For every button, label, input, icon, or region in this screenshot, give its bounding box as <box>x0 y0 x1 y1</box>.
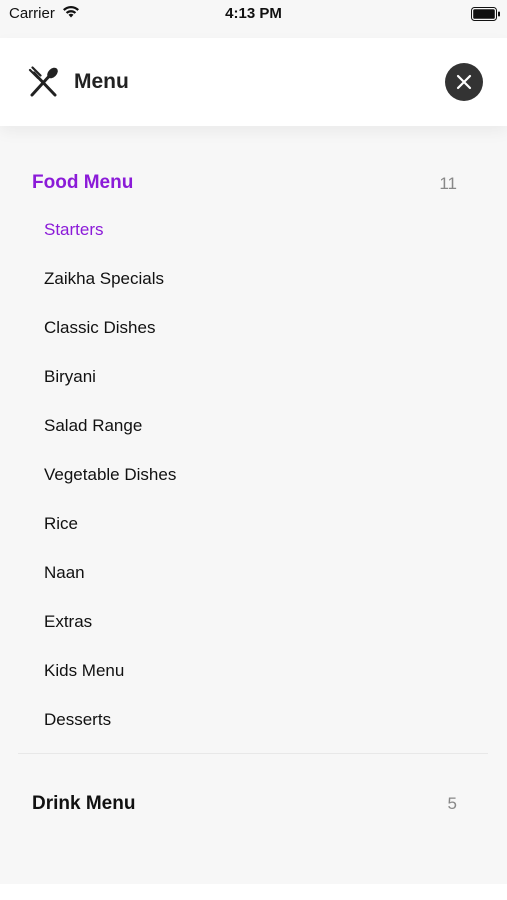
list-item-naan[interactable]: Naan <box>44 563 85 583</box>
list-item-biryani[interactable]: Biryani <box>44 367 96 387</box>
list-item-starters[interactable]: Starters <box>44 220 104 240</box>
list-item-rice[interactable]: Rice <box>44 514 78 534</box>
bottom-band <box>0 884 507 900</box>
drink-menu-count: 5 <box>447 794 457 813</box>
list-item-classic-dishes[interactable]: Classic Dishes <box>44 318 155 338</box>
list-item-desserts[interactable]: Desserts <box>44 710 111 730</box>
food-menu-title[interactable]: Food Menu <box>32 172 133 194</box>
food-menu-count: 11 <box>439 174 457 193</box>
list-item-vegetable-dishes[interactable]: Vegetable Dishes <box>44 465 176 485</box>
fork-spoon-icon <box>27 66 61 105</box>
list-item-kids-menu[interactable]: Kids Menu <box>44 661 124 681</box>
section-divider <box>18 753 488 754</box>
menu-header: Menu <box>0 38 507 126</box>
status-time: 4:13 PM <box>225 5 282 22</box>
page-title: Menu <box>74 70 129 93</box>
drink-menu-title[interactable]: Drink Menu <box>32 793 135 815</box>
close-button[interactable] <box>445 63 483 101</box>
list-item-zaikha-specials[interactable]: Zaikha Specials <box>44 269 164 289</box>
status-bar: Carrier 4:13 PM <box>0 0 507 36</box>
battery-icon <box>471 7 501 26</box>
list-item-salad-range[interactable]: Salad Range <box>44 416 142 436</box>
list-item-extras[interactable]: Extras <box>44 612 92 632</box>
close-icon <box>456 74 472 90</box>
